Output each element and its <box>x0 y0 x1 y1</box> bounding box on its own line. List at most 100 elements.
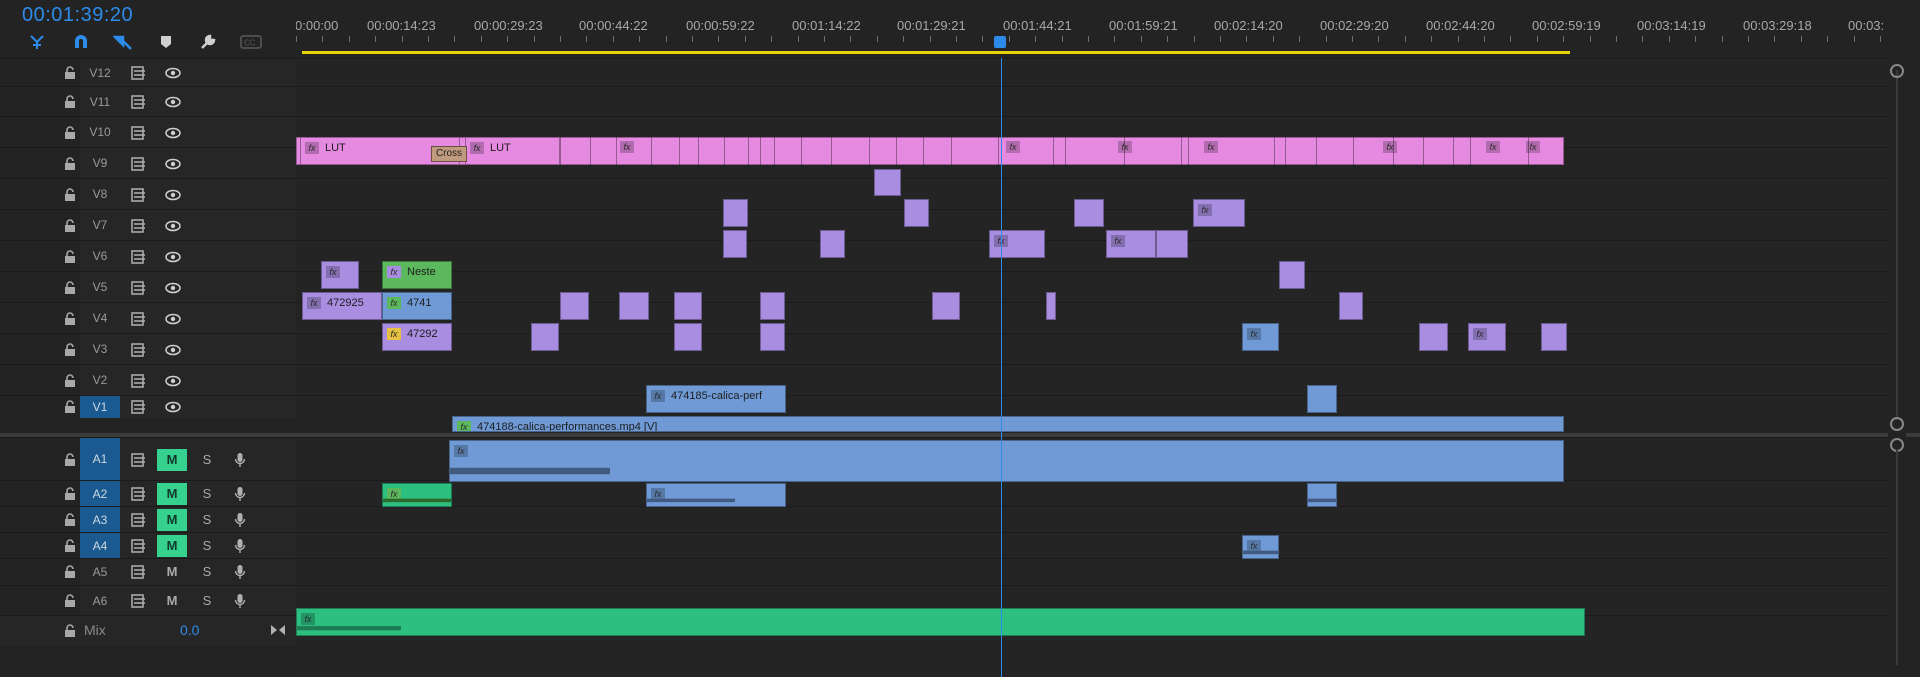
graphic-clip[interactable]: fx 472925 <box>302 292 382 320</box>
clip-edit-point[interactable] <box>896 137 897 165</box>
audio-track-row[interactable] <box>296 532 1896 559</box>
nested-sequence-clip[interactable]: fx Neste <box>382 261 452 289</box>
voice-over-record-icon[interactable] <box>234 486 246 502</box>
lock-track-icon[interactable] <box>64 343 76 356</box>
mute-track-button[interactable]: M <box>157 509 187 531</box>
clip-edit-point[interactable] <box>1453 137 1454 165</box>
track-name[interactable]: A3 <box>80 507 120 533</box>
sync-lock-icon[interactable] <box>131 513 147 527</box>
expand-mix-icon[interactable] <box>270 623 286 637</box>
graphic-clip[interactable]: fx <box>321 261 359 289</box>
lock-track-icon[interactable] <box>64 250 76 263</box>
toggle-output-eye-icon[interactable] <box>165 96 181 108</box>
playhead-handle[interactable] <box>994 36 1006 48</box>
mute-track-button[interactable]: M <box>157 590 187 612</box>
mute-track-button[interactable]: M <box>157 449 187 471</box>
scroll-zoom-handle[interactable] <box>1890 64 1904 78</box>
graphic-clip[interactable] <box>1541 323 1567 351</box>
track-name[interactable]: V12 <box>80 59 120 87</box>
clip-edit-point[interactable] <box>651 137 652 165</box>
clip-edit-point[interactable] <box>1316 137 1317 165</box>
audio-clip[interactable]: fx <box>1242 535 1279 559</box>
track-name[interactable]: V3 <box>80 334 120 365</box>
toggle-output-eye-icon[interactable] <box>165 401 181 413</box>
lock-track-icon[interactable] <box>64 188 76 201</box>
lock-track-icon[interactable] <box>64 157 76 170</box>
voice-over-record-icon[interactable] <box>234 538 246 554</box>
toggle-output-eye-icon[interactable] <box>165 158 181 170</box>
adjustment-layer-clip[interactable]: fx <box>1200 137 1230 165</box>
toggle-output-eye-icon[interactable] <box>165 251 181 263</box>
graphic-clip[interactable] <box>1339 292 1363 320</box>
graphic-clip[interactable] <box>531 323 559 351</box>
captions-icon[interactable]: CC <box>239 32 263 52</box>
clip-edit-point[interactable] <box>1285 137 1286 165</box>
toggle-output-eye-icon[interactable] <box>165 189 181 201</box>
sync-lock-icon[interactable] <box>131 343 147 357</box>
graphic-clip[interactable] <box>760 292 785 320</box>
graphic-clip[interactable] <box>1156 230 1188 258</box>
sync-lock-icon[interactable] <box>131 400 147 414</box>
solo-track-button[interactable]: S <box>198 593 216 608</box>
clip-edit-point[interactable] <box>951 137 952 165</box>
sync-lock-icon[interactable] <box>131 95 147 109</box>
audio-clip[interactable]: fx <box>646 483 786 507</box>
current-timecode[interactable]: 00:01:39:20 <box>22 4 133 27</box>
mute-track-button[interactable]: M <box>157 535 187 557</box>
clip-edit-point[interactable] <box>923 137 924 165</box>
track-name[interactable]: V9 <box>80 148 120 179</box>
sync-lock-icon[interactable] <box>131 281 147 295</box>
graphic-clip[interactable] <box>932 292 960 320</box>
lock-track-icon[interactable] <box>64 219 76 232</box>
toggle-output-eye-icon[interactable] <box>165 127 181 139</box>
track-name[interactable]: V2 <box>80 365 120 396</box>
graphic-clip[interactable]: fx <box>1468 323 1506 351</box>
graphic-clip[interactable] <box>560 292 589 320</box>
graphic-clip[interactable] <box>723 230 747 258</box>
sync-lock-icon[interactable] <box>131 312 147 326</box>
audio-clip[interactable]: fx <box>382 483 452 507</box>
audio-track-row[interactable] <box>296 506 1896 533</box>
lock-track-icon[interactable] <box>64 594 76 607</box>
video-track-row[interactable] <box>296 271 1896 303</box>
lock-track-icon[interactable] <box>64 126 76 139</box>
adjustment-layer-clip[interactable]: fx <box>1114 137 1144 165</box>
graphic-clip[interactable] <box>1419 323 1448 351</box>
video-clip[interactable]: fx <box>1242 323 1279 351</box>
lock-track-icon[interactable] <box>64 312 76 325</box>
clip-edit-point[interactable] <box>1188 137 1189 165</box>
toggle-output-eye-icon[interactable] <box>165 344 181 356</box>
lock-track-icon[interactable] <box>64 624 76 637</box>
toggle-output-eye-icon[interactable] <box>165 282 181 294</box>
graphic-clip[interactable] <box>1279 261 1305 289</box>
track-name[interactable]: V4 <box>80 303 120 334</box>
graphic-clip[interactable] <box>674 323 702 351</box>
mute-track-button[interactable]: M <box>157 561 187 583</box>
audio-clip[interactable] <box>1307 483 1337 507</box>
mix-volume-value[interactable]: 0.0 <box>180 622 199 638</box>
graphic-clip[interactable]: fx <box>1106 230 1156 258</box>
solo-track-button[interactable]: S <box>198 452 216 467</box>
clip-edit-point[interactable] <box>1353 137 1354 165</box>
tracks-area[interactable]: fx LUT fx LUT fx fx fx fx fx fx fx Cross fx fx fx fx fx N… <box>296 58 1896 677</box>
adjustment-layer-clip[interactable]: fx <box>1522 137 1552 165</box>
sync-lock-icon[interactable] <box>131 487 147 501</box>
solo-track-button[interactable]: S <box>198 486 216 501</box>
graphic-clip[interactable]: fx <box>989 230 1045 258</box>
lock-track-icon[interactable] <box>64 453 76 466</box>
graphic-clip[interactable] <box>1046 292 1056 320</box>
graphic-clip[interactable] <box>674 292 702 320</box>
audio-track-row[interactable] <box>296 480 1896 507</box>
track-name[interactable]: A5 <box>80 559 120 585</box>
music-audio-clip[interactable]: fx <box>296 608 1585 636</box>
clip-edit-point[interactable] <box>1423 137 1424 165</box>
sync-lock-icon[interactable] <box>131 539 147 553</box>
clip-edit-point[interactable] <box>774 137 775 165</box>
track-name[interactable]: V11 <box>80 87 120 117</box>
sync-lock-icon[interactable] <box>131 219 147 233</box>
graphic-clip[interactable] <box>723 199 748 227</box>
clip-edit-point[interactable] <box>590 137 591 165</box>
lock-track-icon[interactable] <box>64 374 76 387</box>
clip-edit-point[interactable] <box>869 137 870 165</box>
sync-lock-icon[interactable] <box>131 157 147 171</box>
